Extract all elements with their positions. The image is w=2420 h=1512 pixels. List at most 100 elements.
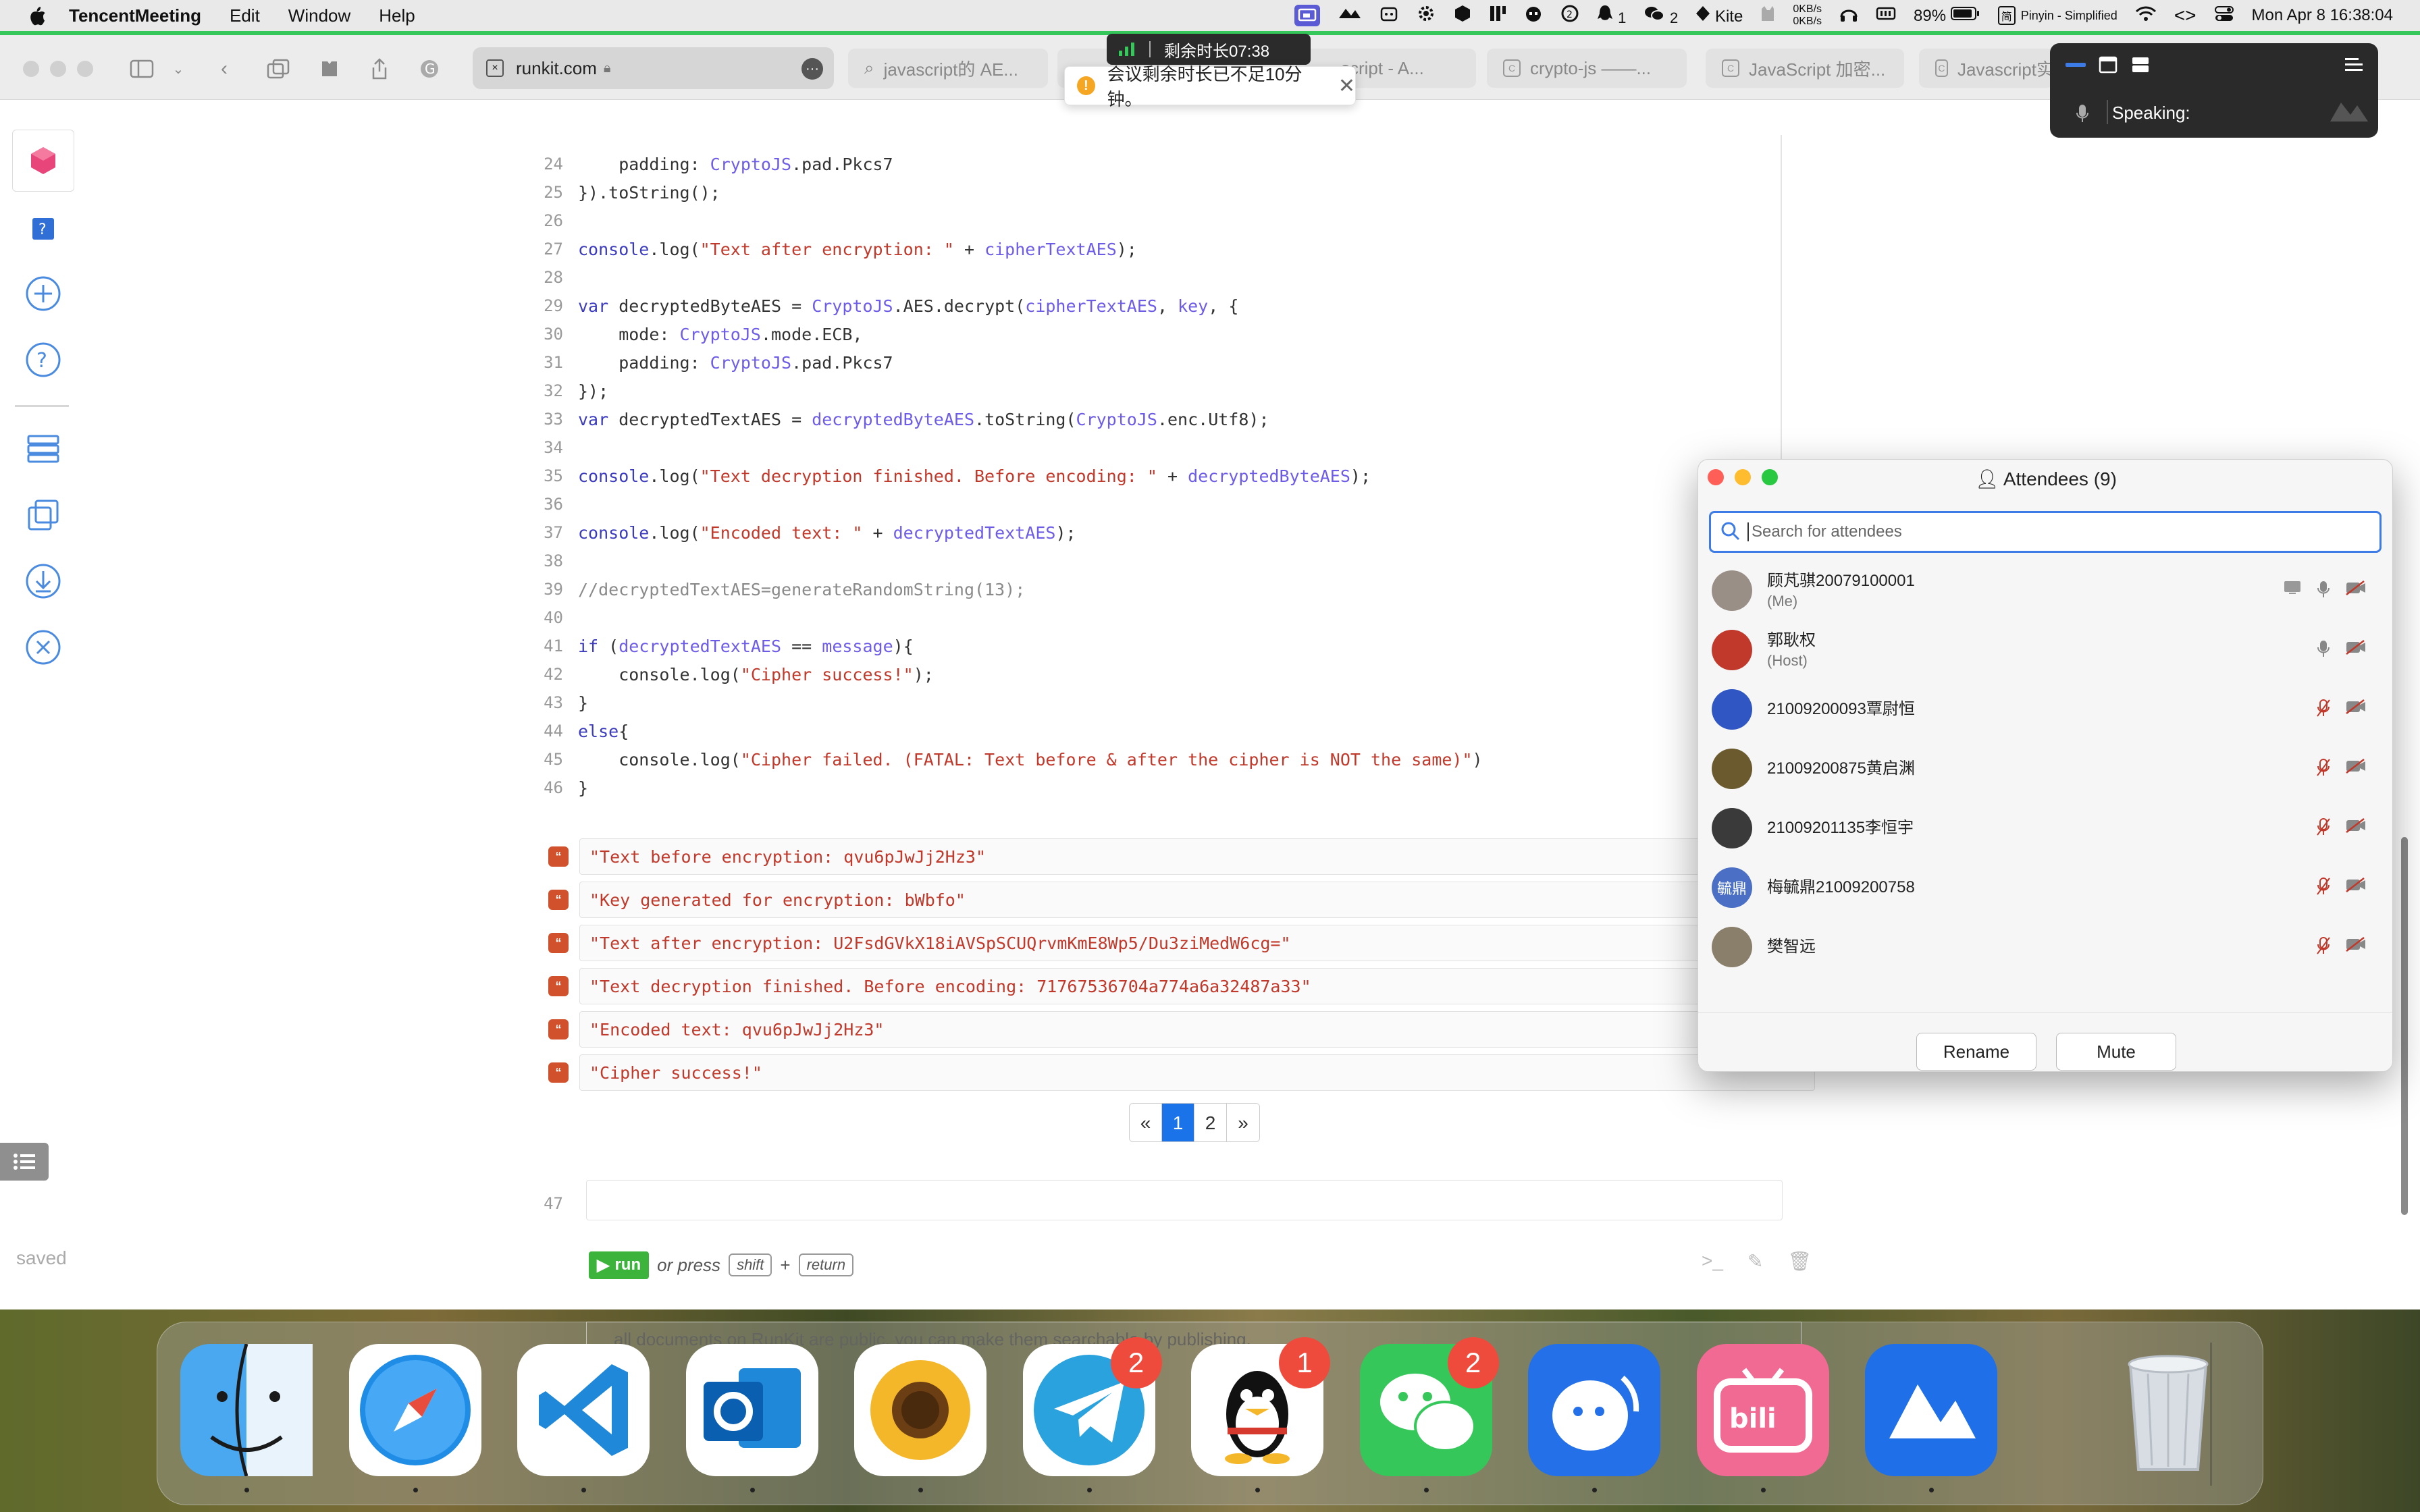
sunflower-dock-icon[interactable] (854, 1344, 987, 1492)
code-line[interactable]: 40 (527, 603, 578, 632)
memory-icon[interactable] (1876, 6, 1896, 26)
code-line[interactable]: 36 (527, 490, 578, 518)
terminal-icon[interactable]: >_ (1702, 1250, 1723, 1272)
qq-dock-icon[interactable]: 1 (1191, 1337, 1330, 1492)
code-line[interactable]: 39 //decryptedTextAES=generateRandomStrin… (527, 575, 1025, 603)
camera-off-icon[interactable] (2345, 699, 2367, 721)
code-brackets-icon[interactable]: <> (2174, 5, 2197, 26)
outlook-dock-icon[interactable] (685, 1344, 818, 1492)
download-icon[interactable] (22, 560, 64, 602)
clock[interactable]: Mon Apr 8 16:38:04 (2252, 6, 2393, 25)
pencil-icon[interactable]: ✎ (1747, 1250, 1763, 1272)
menu-edit[interactable]: Edit (230, 5, 260, 26)
code-line[interactable]: 44 else{ (527, 717, 629, 745)
output-value[interactable]: "Key generated for encryption: bWbfo" (579, 882, 1815, 918)
scrollbar-thumb[interactable] (2401, 837, 2408, 1215)
tab-crypto-js[interactable]: Ccrypto-js ——... (1487, 49, 1687, 88)
attendee-row[interactable]: 21009201135李恒宇 (1698, 799, 2392, 858)
close-icon[interactable]: ✕ (1338, 74, 1355, 98)
more-options-icon[interactable]: ··· (801, 58, 823, 80)
code-line[interactable]: 33 var decryptedTextAES = decryptedByteAE… (527, 405, 1269, 433)
wechat-dock-icon[interactable]: 2 (1359, 1337, 1499, 1492)
camera-off-icon[interactable] (2345, 817, 2367, 840)
output-value[interactable]: "Cipher success!" (579, 1054, 1815, 1091)
rename-button[interactable]: Rename (1916, 1033, 2036, 1071)
screen-share-icon[interactable] (2283, 580, 2302, 602)
code-line[interactable]: 35 console .log("Text decryption finished.… (527, 462, 1371, 490)
code-line[interactable]: 38 (527, 547, 578, 575)
share-icon[interactable] (366, 55, 393, 82)
code-line[interactable]: 24 padding: CryptoJS .pad.Pkcs7 (527, 150, 893, 178)
attendee-row[interactable]: 樊智远 (1698, 917, 2392, 977)
code-line[interactable]: 32}); (527, 377, 608, 405)
telegram-dock-icon[interactable]: 2 (1022, 1337, 1162, 1492)
chevron-down-icon[interactable]: ⌄ (165, 55, 192, 82)
run-button[interactable]: ▶ run (589, 1251, 650, 1279)
camera-off-icon[interactable] (2345, 639, 2367, 662)
page-scrollbar[interactable] (2400, 135, 2409, 1310)
code-line[interactable]: 37 console .log("Encoded text: " + decrypt… (527, 518, 1076, 547)
apple-icon[interactable] (26, 4, 49, 27)
window-icon[interactable] (2095, 53, 2122, 77)
camera-off-icon[interactable] (2345, 877, 2367, 899)
meeting-screen-icon[interactable] (1294, 5, 1321, 26)
add-circle-icon[interactable] (22, 273, 64, 315)
vscode-dock-icon[interactable] (517, 1344, 650, 1492)
window-minimize-button[interactable] (50, 61, 66, 77)
gear-icon[interactable] (1416, 3, 1436, 28)
attendee-row[interactable]: 21009200875黄启渊 (1698, 739, 2392, 799)
camera-off-icon[interactable] (2345, 758, 2367, 780)
clone-icon[interactable] (22, 494, 64, 536)
server-list-icon[interactable] (22, 428, 64, 470)
sidebar-toggle-icon[interactable] (128, 55, 155, 82)
code-line[interactable]: 41 if (decryptedTextAES == message){ (527, 632, 914, 660)
grammarly-icon[interactable]: G (416, 55, 443, 82)
tab-overview-icon[interactable] (265, 55, 292, 82)
back-arrow-icon[interactable]: ‹ (211, 55, 238, 82)
trash-icon[interactable]: 🗑︎ (1787, 1250, 1812, 1272)
microphone-icon[interactable] (2317, 580, 2330, 602)
cube-icon[interactable] (1454, 4, 1471, 28)
kite-icon[interactable]: Kite (1695, 5, 1743, 26)
mic-muted-icon[interactable] (2317, 936, 2330, 959)
empty-code-cell[interactable] (586, 1180, 1783, 1220)
attendee-row[interactable]: 顾芃骐20079100001 (Me) (1698, 561, 2392, 620)
calendar-bot-icon[interactable] (1379, 4, 1398, 28)
safari-dock-icon[interactable] (348, 1344, 481, 1492)
mic-muted-icon[interactable] (2317, 699, 2330, 721)
bilibili-dock-icon[interactable]: bili (1696, 1344, 1829, 1492)
code-line[interactable]: 28 (527, 263, 578, 292)
menu-window[interactable]: Window (288, 5, 350, 26)
code-line[interactable]: 25}).toString(); (527, 178, 720, 207)
attendee-search-input[interactable]: Search for attendees (1709, 511, 2382, 553)
pagination-next[interactable]: » (1227, 1104, 1259, 1141)
minimize-icon[interactable] (2062, 53, 2089, 77)
help-book-icon[interactable]: ? (22, 208, 64, 250)
code-line[interactable]: 27 console .log("Text after encryption: " … (527, 235, 1137, 263)
runkit-logo[interactable] (12, 130, 74, 192)
code-line[interactable]: 45 console.log("Cipher failed. (FATAL: T… (527, 745, 1483, 774)
pagination-page-2[interactable]: 2 (1194, 1104, 1227, 1141)
code-line[interactable]: 29 var decryptedByteAES = CryptoJS .AES.de… (527, 292, 1238, 320)
qq-tray-icon[interactable]: 1 (1597, 4, 1626, 28)
table-of-contents-icon[interactable] (0, 1143, 49, 1181)
address-bar[interactable]: × runkit.com 🔒︎ ··· (473, 47, 834, 89)
wechat-tray-icon[interactable]: 2 (1643, 4, 1678, 28)
code-line[interactable]: 30 mode: CryptoJS .mode.ECB, (527, 320, 862, 348)
code-line[interactable]: 42 console.log("Cipher success!"); (527, 660, 934, 688)
extension-icon[interactable] (316, 55, 343, 82)
attendee-row[interactable]: 21009200093覃尉恒 (1698, 680, 2392, 739)
trash-dock-icon[interactable] (2102, 1344, 2234, 1476)
attendee-row[interactable]: 毓鼎 梅毓鼎21009200758 (1698, 858, 2392, 917)
menu-app-name[interactable]: TencentMeeting (69, 5, 201, 26)
tencent-meeting-dock-icon[interactable] (1865, 1344, 1997, 1492)
attendee-row[interactable]: 郭耿权 (Host) (1698, 620, 2392, 680)
microphone-icon[interactable] (2317, 639, 2330, 662)
code-line[interactable]: 31 padding: CryptoJS .pad.Pkcs7 (527, 348, 893, 377)
robot-icon[interactable] (1524, 4, 1543, 28)
layout-icon[interactable] (2127, 53, 2154, 77)
code-line[interactable]: 43} (527, 688, 588, 717)
tencent-meeting-tray-icon[interactable] (1338, 6, 1362, 26)
wifi-icon[interactable] (2135, 5, 2157, 26)
wechat-work-icon[interactable]: 2 (1560, 4, 1579, 28)
